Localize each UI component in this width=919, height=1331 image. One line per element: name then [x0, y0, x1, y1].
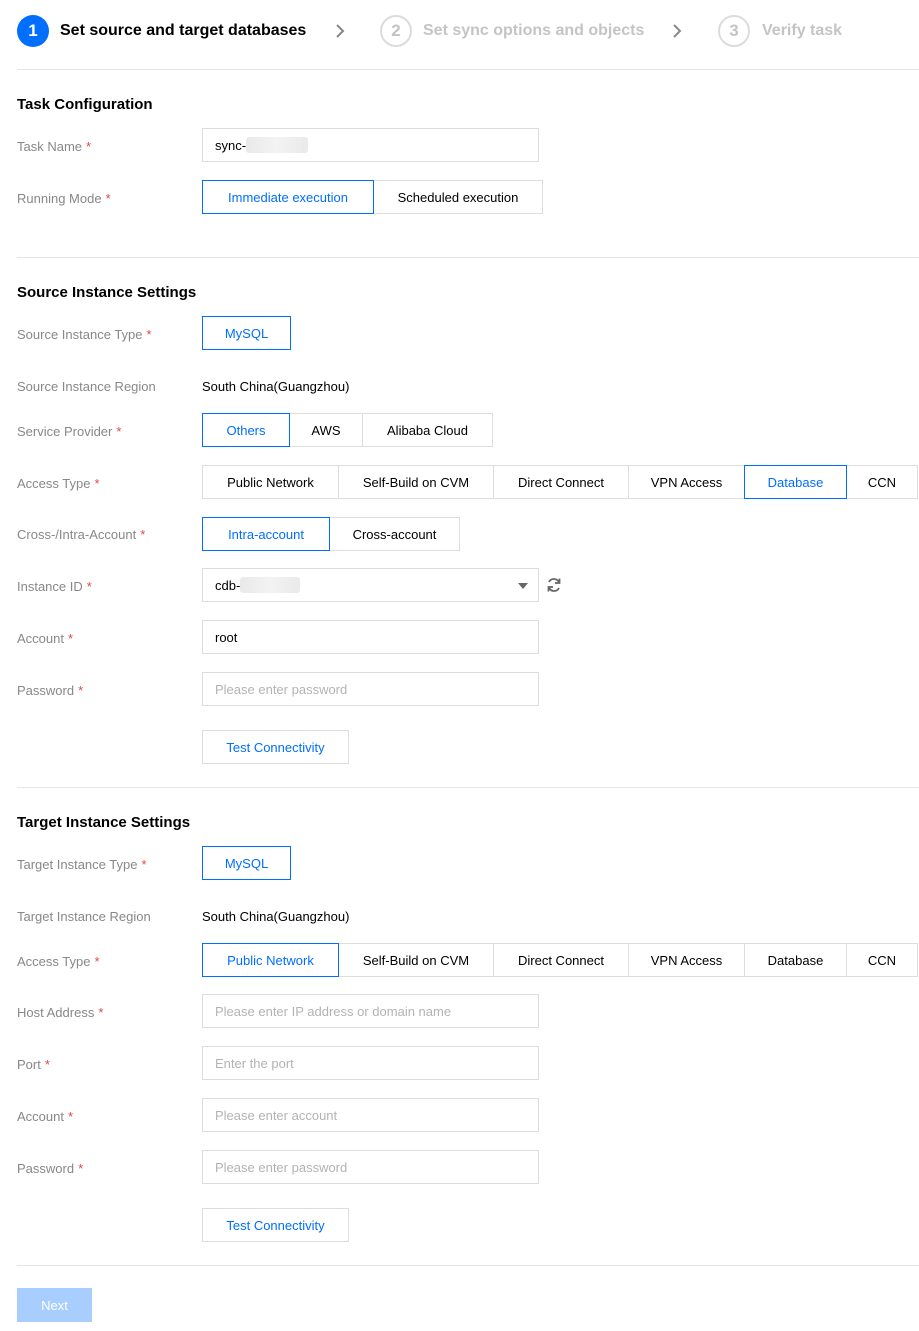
port-input[interactable] — [202, 1046, 539, 1080]
account-scope-label: Cross-/Intra-Account * — [17, 527, 146, 542]
access-public-network-option[interactable]: Public Network — [202, 465, 339, 499]
target-region-value: South China(Guangzhou) — [202, 909, 350, 924]
access-direct-connect-option[interactable]: Direct Connect — [493, 465, 629, 499]
target-account-label: Account * — [17, 1109, 74, 1124]
chevron-right-icon — [336, 24, 345, 38]
host-address-label: Host Address * — [17, 1005, 104, 1020]
service-provider-selector: Others AWS Alibaba Cloud — [202, 413, 493, 447]
step-3-number: 3 — [718, 15, 750, 47]
scheduled-execution-option[interactable]: Scheduled execution — [373, 180, 543, 214]
provider-others-option[interactable]: Others — [202, 413, 290, 447]
task-name-field[interactable]: sync- — [202, 128, 539, 162]
refresh-icon[interactable] — [545, 576, 563, 594]
source-region-label: Source Instance Region — [17, 379, 156, 394]
source-settings-title: Source Instance Settings — [17, 284, 197, 301]
divider — [17, 69, 919, 70]
step-2-number: 2 — [380, 15, 412, 47]
next-button[interactable]: Next — [17, 1288, 92, 1322]
target-settings-title: Target Instance Settings — [17, 814, 191, 831]
source-password-label: Password * — [17, 683, 84, 698]
target-type-selector: MySQL — [202, 846, 291, 880]
redacted-value — [240, 577, 301, 593]
source-region-value: South China(Guangzhou) — [202, 379, 350, 394]
access-self-build-option[interactable]: Self-Build on CVM — [338, 943, 494, 977]
source-type-selector: MySQL — [202, 316, 291, 350]
instance-id-select[interactable]: cdb- — [202, 568, 539, 602]
immediate-execution-option[interactable]: Immediate execution — [202, 180, 374, 214]
instance-id-label: Instance ID * — [17, 579, 92, 594]
access-ccn-option[interactable]: CCN — [846, 465, 918, 499]
source-access-type-label: Access Type * — [17, 476, 100, 491]
access-self-build-option[interactable]: Self-Build on CVM — [338, 465, 494, 499]
source-account-label: Account * — [17, 631, 74, 646]
divider — [17, 787, 919, 788]
divider — [17, 257, 919, 258]
target-access-type-selector: Public Network Self-Build on CVM Direct … — [202, 943, 918, 977]
task-config-title: Task Configuration — [17, 96, 153, 113]
access-vpn-option[interactable]: VPN Access — [628, 465, 745, 499]
target-test-connectivity-button[interactable]: Test Connectivity — [202, 1208, 349, 1242]
source-type-mysql-option[interactable]: MySQL — [202, 316, 291, 350]
service-provider-label: Service Provider * — [17, 424, 122, 439]
source-access-type-selector: Public Network Self-Build on CVM Direct … — [202, 465, 918, 499]
cross-account-option[interactable]: Cross-account — [329, 517, 460, 551]
step-1-number: 1 — [17, 15, 49, 47]
target-password-input[interactable] — [202, 1150, 539, 1184]
task-name-value: sync- — [215, 137, 247, 153]
target-type-label: Target Instance Type * — [17, 857, 147, 872]
target-account-input[interactable] — [202, 1098, 539, 1132]
access-vpn-option[interactable]: VPN Access — [628, 943, 745, 977]
divider — [17, 1265, 919, 1266]
host-address-input[interactable] — [202, 994, 539, 1028]
step-2-label: Set sync options and objects — [423, 22, 645, 39]
access-database-option[interactable]: Database — [744, 943, 847, 977]
target-region-label: Target Instance Region — [17, 909, 151, 924]
source-password-input[interactable] — [202, 672, 539, 706]
access-direct-connect-option[interactable]: Direct Connect — [493, 943, 629, 977]
access-ccn-option[interactable]: CCN — [846, 943, 918, 977]
target-password-label: Password * — [17, 1161, 84, 1176]
intra-account-option[interactable]: Intra-account — [202, 517, 330, 551]
source-test-connectivity-button[interactable]: Test Connectivity — [202, 730, 349, 764]
redacted-value — [246, 137, 309, 153]
provider-alibaba-option[interactable]: Alibaba Cloud — [362, 413, 493, 447]
access-database-option[interactable]: Database — [744, 465, 847, 499]
step-1-label[interactable]: Set source and target databases — [60, 22, 306, 40]
source-account-input[interactable] — [202, 620, 539, 654]
caret-down-icon — [518, 583, 528, 589]
account-scope-selector: Intra-account Cross-account — [202, 517, 460, 551]
target-access-type-label: Access Type * — [17, 954, 100, 969]
target-type-mysql-option[interactable]: MySQL — [202, 846, 291, 880]
running-mode-label: Running Mode * — [17, 191, 111, 206]
running-mode-selector: Immediate execution Scheduled execution — [202, 180, 543, 214]
chevron-right-icon — [673, 24, 682, 38]
instance-id-value: cdb- — [215, 577, 241, 593]
access-public-network-option[interactable]: Public Network — [202, 943, 339, 977]
task-name-label: Task Name * — [17, 139, 92, 154]
provider-aws-option[interactable]: AWS — [289, 413, 363, 447]
step-3-label: Verify task — [762, 22, 843, 39]
port-label: Port * — [17, 1057, 50, 1072]
source-type-label: Source Instance Type * — [17, 327, 152, 342]
